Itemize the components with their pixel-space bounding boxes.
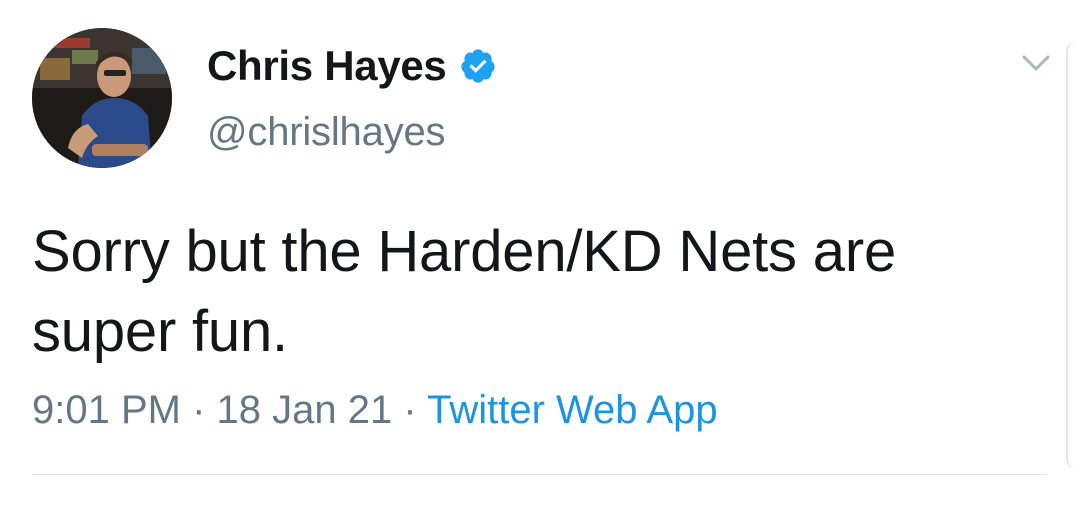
verified-badge-icon	[459, 47, 497, 85]
author-handle[interactable]: @chrislhayes	[207, 110, 445, 155]
tweet-source-link[interactable]: Twitter Web App	[427, 388, 718, 432]
avatar[interactable]	[32, 28, 172, 168]
display-name[interactable]: Chris Hayes	[207, 42, 447, 90]
tweet-time[interactable]: 9:01 PM	[32, 388, 181, 432]
scroll-edge	[1066, 40, 1080, 470]
chevron-down-icon[interactable]	[1016, 48, 1056, 78]
tweet-text: Sorry but the Harden/KD Nets are super f…	[32, 212, 1032, 372]
meta-separator: ·	[403, 388, 417, 432]
tweet-meta: 9:01 PM · 18 Jan 21 · Twitter Web App	[32, 388, 718, 433]
tweet-text-line: super fun.	[32, 299, 288, 364]
divider	[32, 474, 1048, 475]
tweet-text-line: Sorry but the Harden/KD Nets are	[32, 219, 896, 284]
tweet-date[interactable]: 18 Jan 21	[217, 388, 393, 432]
avatar-photo	[32, 28, 172, 168]
meta-separator: ·	[192, 388, 206, 432]
author-row: Chris Hayes	[207, 38, 497, 94]
tweet-card: Chris Hayes @chrislhayes Sorry but the H…	[0, 0, 1080, 509]
